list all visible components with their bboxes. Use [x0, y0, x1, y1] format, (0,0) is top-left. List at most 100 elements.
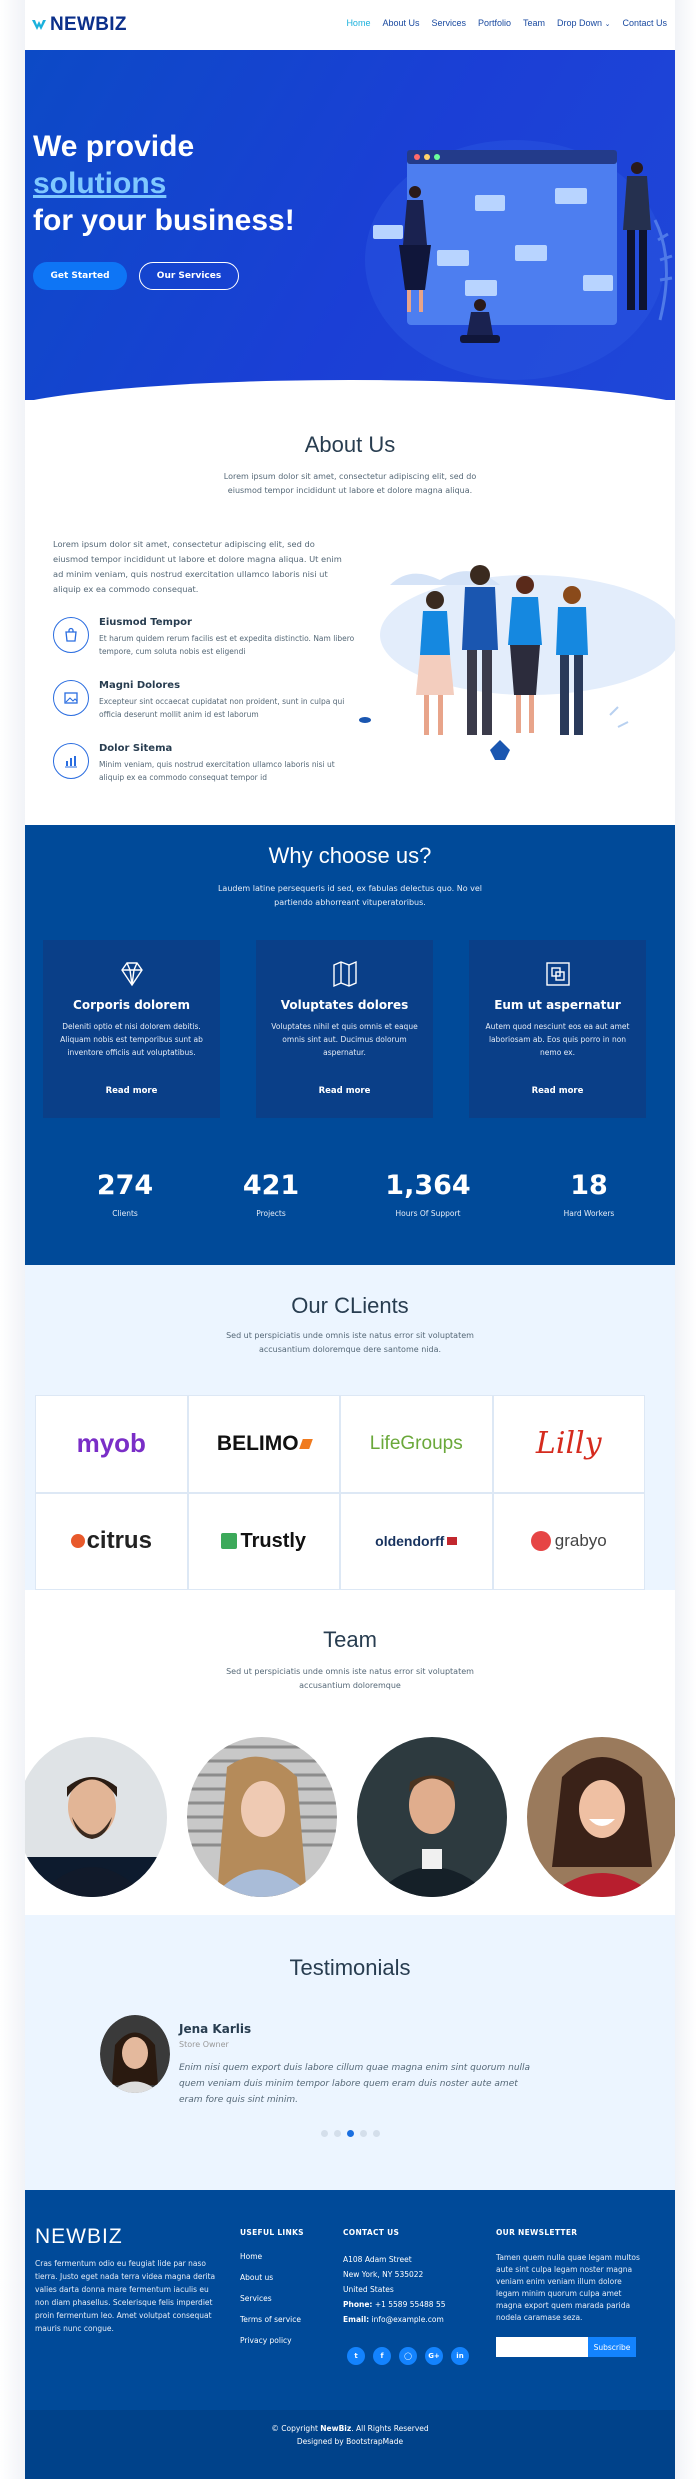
client-logo-grabyo[interactable]: grabyo	[492, 1492, 645, 1590]
diamond-icon	[112, 954, 152, 994]
stat-projects: 421 Projects	[211, 1170, 331, 1218]
nav-dropdown[interactable]: Drop Down ⌄	[557, 18, 610, 28]
feature-title: Eiusmod Tempor	[99, 617, 192, 628]
nav-services[interactable]: Services	[431, 18, 466, 28]
nav-home[interactable]: Home	[346, 18, 370, 28]
client-name: citrus	[86, 1527, 152, 1555]
logo-icon	[32, 20, 46, 30]
about-subtitle: Lorem ipsum dolor sit amet, consectetur …	[223, 472, 477, 495]
footer-link-terms[interactable]: Terms of service	[240, 2315, 301, 2336]
why-title: Why choose us?	[268, 843, 432, 868]
stat-number: 274	[96, 1170, 154, 1201]
subscribe-button[interactable]: Subscribe	[588, 2337, 636, 2357]
footer-logo[interactable]: NEWBIZ	[35, 2225, 123, 2249]
footer-link-home[interactable]: Home	[240, 2252, 301, 2273]
twitter-icon[interactable]: t	[347, 2347, 365, 2365]
carousel-dot[interactable]	[372, 2130, 380, 2137]
hero-illustration	[365, 140, 673, 380]
google-plus-icon[interactable]: G+	[425, 2347, 443, 2365]
footer-top: NEWBIZ Cras fermentum odio eu feugiat li…	[25, 2190, 675, 2410]
why-card: Voluptates dolores Voluptates nihil et q…	[256, 940, 433, 1118]
hero-line-1: We provide	[33, 130, 195, 163]
logo[interactable]: NEWBIZ	[31, 14, 127, 36]
read-more-link[interactable]: Read more	[469, 1086, 646, 1096]
read-more-link[interactable]: Read more	[43, 1086, 220, 1096]
instagram-icon[interactable]: ◯	[399, 2347, 417, 2365]
clients-title: Our CLients	[291, 1293, 409, 1318]
client-logo-myob[interactable]: myob	[35, 1395, 188, 1493]
stat-label: Hard Workers	[563, 1209, 615, 1218]
footer-link-about[interactable]: About us	[240, 2273, 301, 2294]
phone-value: +1 5589 55488 55	[374, 2300, 446, 2309]
about-illustration	[359, 565, 675, 760]
client-name: Lilly	[535, 1426, 602, 1462]
team-photo[interactable]	[357, 1737, 507, 1897]
page-gutter-right	[675, 0, 697, 2479]
our-services-button[interactable]: Our Services	[139, 262, 239, 290]
read-more-link[interactable]: Read more	[256, 1086, 433, 1096]
clients-subtitle: Sed ut perspiciatis unde omnis iste natu…	[226, 1331, 474, 1354]
footer-link-privacy[interactable]: Privacy policy	[240, 2336, 301, 2357]
page: NEWBIZ Home About Us Services Portfolio …	[25, 0, 675, 2479]
team-subtitle: Sed ut perspiciatis unde omnis iste natu…	[226, 1667, 474, 1690]
copyright: © Copyright NewBiz. All Rights Reserved …	[25, 2422, 675, 2448]
stat-hours: 1,364 Hours Of Support	[368, 1170, 488, 1218]
address-line: New York, NY 535022	[343, 2270, 424, 2279]
get-started-button[interactable]: Get Started	[33, 262, 127, 290]
card-text: Deleniti optio et nisi dolorem debitis. …	[60, 1022, 203, 1057]
team-photo[interactable]	[25, 1737, 167, 1897]
hero-line-3: for your business!	[33, 204, 295, 237]
address-line: A108 Adam Street	[343, 2255, 412, 2264]
client-logo-lifegroups[interactable]: LifeGroups	[340, 1395, 493, 1493]
team-title: Team	[323, 1627, 377, 1652]
team-photo[interactable]	[527, 1737, 675, 1897]
facebook-icon[interactable]: f	[373, 2347, 391, 2365]
carousel-dot[interactable]	[359, 2130, 367, 2137]
client-logo-belimo[interactable]: BELIMO	[187, 1395, 340, 1493]
client-logo-lilly[interactable]: Lilly	[492, 1395, 645, 1493]
nav-portfolio[interactable]: Portfolio	[478, 18, 511, 28]
hero-line-2: solutions	[33, 167, 167, 200]
bar-chart-icon	[53, 743, 89, 779]
stat-workers: 18 Hard Workers	[529, 1170, 649, 1218]
carousel-dot[interactable]	[320, 2130, 328, 2137]
map-icon	[325, 954, 365, 994]
nav-about[interactable]: About Us	[382, 18, 419, 28]
email-label: Email:	[343, 2315, 370, 2324]
feature-text: Minim veniam, quis nostrud exercitation …	[99, 760, 335, 782]
designed-by[interactable]: Designed by BootstrapMade	[25, 2435, 675, 2448]
footer-link-services[interactable]: Services	[240, 2294, 301, 2315]
card-title: Eum ut aspernatur	[494, 998, 621, 1012]
feature-item: Eiusmod Tempor Et harum quidem rerum fac…	[53, 615, 354, 665]
client-logo-trustly[interactable]: Trustly	[187, 1492, 340, 1590]
stat-label: Projects	[256, 1209, 286, 1218]
linkedin-icon[interactable]: in	[451, 2347, 469, 2365]
newsletter-email-input[interactable]	[496, 2337, 588, 2357]
stat-clients: 274 Clients	[65, 1170, 185, 1218]
address-line: United States	[343, 2285, 394, 2294]
logo-text: NEWBIZ	[50, 14, 127, 35]
card-title: Corporis dolorem	[73, 998, 190, 1012]
page-gutter-left	[0, 0, 25, 2479]
client-logo-citrus[interactable]: citrus	[35, 1492, 188, 1590]
carousel-dot-active[interactable]	[346, 2130, 354, 2137]
stat-number: 1,364	[385, 1170, 471, 1201]
carousel-dot[interactable]	[333, 2130, 341, 2137]
footer-about-text: Cras fermentum odio eu feugiat lide par …	[35, 2259, 216, 2333]
testimonial-avatar	[100, 2015, 170, 2093]
contact-title: CONTACT US	[343, 2228, 400, 2237]
client-name: grabyo	[554, 1531, 607, 1551]
client-logo-oldendorff[interactable]: oldendorff	[340, 1492, 493, 1590]
nav-contact[interactable]: Contact Us	[622, 18, 667, 28]
about-title: About Us	[304, 432, 396, 457]
team-photo[interactable]	[187, 1737, 337, 1897]
testimonial-quote: Enim nisi quem export duis labore cillum…	[179, 2063, 531, 2105]
hero-headline: We provide solutions for your business!	[33, 128, 295, 239]
chevron-down-icon: ⌄	[604, 21, 611, 28]
email-line: Email: info@example.com	[343, 2312, 446, 2327]
client-name: LifeGroups	[369, 1432, 463, 1454]
copyright-suffix: . All Rights Reserved	[351, 2424, 429, 2433]
nav-team[interactable]: Team	[523, 18, 545, 28]
copyright-prefix: © Copyright	[271, 2424, 321, 2433]
email-value[interactable]: info@example.com	[372, 2315, 444, 2324]
